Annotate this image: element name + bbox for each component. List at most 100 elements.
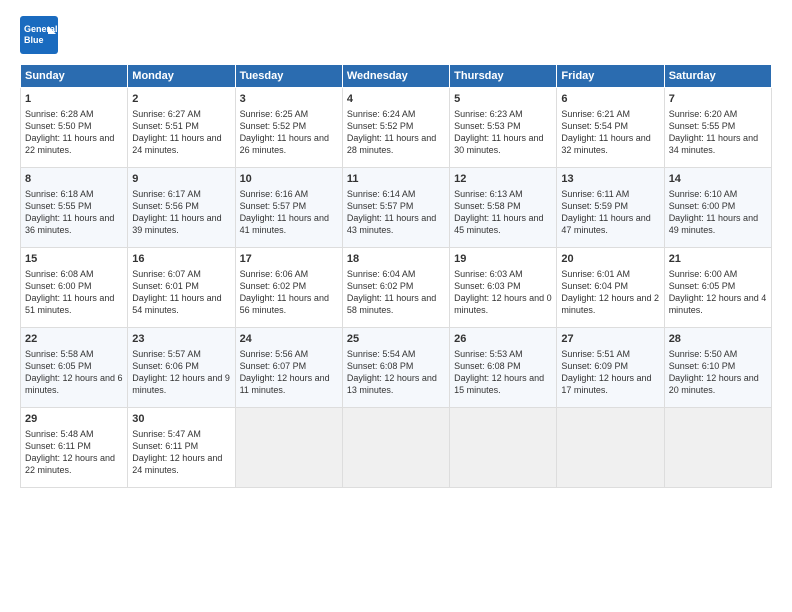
sunrise-label: Sunrise: 6:27 AM bbox=[132, 109, 201, 119]
sunset-label: Sunset: 6:11 PM bbox=[25, 441, 91, 451]
logo: General Blue bbox=[20, 16, 58, 54]
sunset-label: Sunset: 6:01 PM bbox=[132, 281, 199, 291]
day-cell: 11Sunrise: 6:14 AMSunset: 5:57 PMDayligh… bbox=[342, 168, 449, 248]
sunrise-label: Sunrise: 6:20 AM bbox=[669, 109, 738, 119]
day-cell: 27Sunrise: 5:51 AMSunset: 6:09 PMDayligh… bbox=[557, 328, 664, 408]
day-cell: 9Sunrise: 6:17 AMSunset: 5:56 PMDaylight… bbox=[128, 168, 235, 248]
day-number: 8 bbox=[25, 172, 123, 187]
sunrise-label: Sunrise: 6:23 AM bbox=[454, 109, 523, 119]
daylight-label: Daylight: 11 hours and 51 minutes. bbox=[25, 293, 114, 315]
calendar-header-row: SundayMondayTuesdayWednesdayThursdayFrid… bbox=[21, 65, 772, 88]
day-cell: 22Sunrise: 5:58 AMSunset: 6:05 PMDayligh… bbox=[21, 328, 128, 408]
daylight-label: Daylight: 11 hours and 43 minutes. bbox=[347, 213, 436, 235]
day-number: 22 bbox=[25, 332, 123, 347]
day-cell: 2Sunrise: 6:27 AMSunset: 5:51 PMDaylight… bbox=[128, 88, 235, 168]
week-row-3: 22 Sunrise: 5:58 AM Sunset: 6:05 PM Dayligh… bbox=[21, 328, 772, 408]
daylight-label: Daylight: 12 hours and 9 minutes. bbox=[132, 373, 230, 395]
day-cell bbox=[557, 408, 664, 488]
sunset-label: Sunset: 6:08 PM bbox=[347, 361, 414, 371]
sunset-label: Sunset: 6:09 PM bbox=[561, 361, 628, 371]
sunrise-label: Sunrise: 5:51 AM bbox=[561, 349, 630, 359]
sunset-label: Sunset: 6:05 PM bbox=[669, 281, 736, 291]
daylight-label: Daylight: 11 hours and 24 minutes. bbox=[132, 133, 221, 155]
daylight-label: Daylight: 12 hours and 20 minutes. bbox=[669, 373, 759, 395]
svg-text:Blue: Blue bbox=[24, 35, 44, 45]
sunrise-label: Sunrise: 6:21 AM bbox=[561, 109, 630, 119]
sunrise-label: Sunrise: 6:10 AM bbox=[669, 189, 738, 199]
daylight-label: Daylight: 12 hours and 11 minutes. bbox=[240, 373, 330, 395]
day-cell: 14Sunrise: 6:10 AMSunset: 6:00 PMDayligh… bbox=[664, 168, 771, 248]
day-cell bbox=[664, 408, 771, 488]
day-number: 13 bbox=[561, 172, 659, 187]
day-cell: 12Sunrise: 6:13 AMSunset: 5:58 PMDayligh… bbox=[450, 168, 557, 248]
daylight-label: Daylight: 12 hours and 22 minutes. bbox=[25, 453, 115, 475]
day-header-tuesday: Tuesday bbox=[235, 65, 342, 88]
day-header-saturday: Saturday bbox=[664, 65, 771, 88]
day-cell: 7Sunrise: 6:20 AMSunset: 5:55 PMDaylight… bbox=[664, 88, 771, 168]
sunrise-label: Sunrise: 6:01 AM bbox=[561, 269, 630, 279]
sunset-label: Sunset: 5:58 PM bbox=[454, 201, 521, 211]
day-number: 15 bbox=[25, 252, 123, 267]
day-cell: 24Sunrise: 5:56 AMSunset: 6:07 PMDayligh… bbox=[235, 328, 342, 408]
sunset-label: Sunset: 6:04 PM bbox=[561, 281, 628, 291]
daylight-label: Daylight: 12 hours and 4 minutes. bbox=[669, 293, 767, 315]
daylight-label: Daylight: 11 hours and 47 minutes. bbox=[561, 213, 650, 235]
daylight-label: Daylight: 12 hours and 15 minutes. bbox=[454, 373, 544, 395]
day-number: 14 bbox=[669, 172, 767, 187]
sunset-label: Sunset: 5:55 PM bbox=[669, 121, 736, 131]
day-header-monday: Monday bbox=[128, 65, 235, 88]
sunrise-label: Sunrise: 6:11 AM bbox=[561, 189, 629, 199]
daylight-label: Daylight: 11 hours and 54 minutes. bbox=[132, 293, 221, 315]
day-number: 26 bbox=[454, 332, 552, 347]
day-number: 9 bbox=[132, 172, 230, 187]
sunset-label: Sunset: 5:59 PM bbox=[561, 201, 628, 211]
sunset-label: Sunset: 6:10 PM bbox=[669, 361, 736, 371]
day-cell: 30Sunrise: 5:47 AMSunset: 6:11 PMDayligh… bbox=[128, 408, 235, 488]
sunrise-label: Sunrise: 6:28 AM bbox=[25, 109, 94, 119]
day-number: 7 bbox=[669, 92, 767, 107]
day-number: 27 bbox=[561, 332, 659, 347]
sunset-label: Sunset: 5:53 PM bbox=[454, 121, 521, 131]
day-cell: 21Sunrise: 6:00 AMSunset: 6:05 PMDayligh… bbox=[664, 248, 771, 328]
calendar-table: SundayMondayTuesdayWednesdayThursdayFrid… bbox=[20, 64, 772, 488]
sunset-label: Sunset: 6:05 PM bbox=[25, 361, 92, 371]
day-number: 3 bbox=[240, 92, 338, 107]
daylight-label: Daylight: 11 hours and 22 minutes. bbox=[25, 133, 114, 155]
sunrise-label: Sunrise: 6:04 AM bbox=[347, 269, 416, 279]
week-row-1: 8Sunrise: 6:18 AMSunset: 5:55 PMDaylight… bbox=[21, 168, 772, 248]
sunrise-label: Sunrise: 6:14 AM bbox=[347, 189, 416, 199]
daylight-label: Daylight: 11 hours and 56 minutes. bbox=[240, 293, 329, 315]
sunset-label: Sunset: 6:00 PM bbox=[669, 201, 736, 211]
day-cell: 26Sunrise: 5:53 AMSunset: 6:08 PMDayligh… bbox=[450, 328, 557, 408]
day-number: 6 bbox=[561, 92, 659, 107]
sunrise-label: Sunrise: 5:48 AM bbox=[25, 429, 94, 439]
sunrise-label: Sunrise: 6:25 AM bbox=[240, 109, 309, 119]
sunset-label: Sunset: 6:03 PM bbox=[454, 281, 521, 291]
daylight-label: Daylight: 12 hours and 2 minutes. bbox=[561, 293, 659, 315]
day-cell: 28 Sunrise: 5:50 AM Sunset: 6:10 PM Dayligh… bbox=[664, 328, 771, 408]
sunrise-label: Sunrise: 5:50 AM bbox=[669, 349, 738, 359]
daylight-label: Daylight: 11 hours and 30 minutes. bbox=[454, 133, 543, 155]
sunset-label: Sunset: 5:50 PM bbox=[25, 121, 92, 131]
week-row-4: 29 Sunrise: 5:48 AM Sunset: 6:11 PM Dayligh… bbox=[21, 408, 772, 488]
day-cell: 3Sunrise: 6:25 AMSunset: 5:52 PMDaylight… bbox=[235, 88, 342, 168]
sunset-label: Sunset: 6:02 PM bbox=[347, 281, 414, 291]
day-number: 19 bbox=[454, 252, 552, 267]
day-number: 20 bbox=[561, 252, 659, 267]
sunset-label: Sunset: 6:02 PM bbox=[240, 281, 307, 291]
sunset-label: Sunset: 5:56 PM bbox=[132, 201, 199, 211]
day-header-thursday: Thursday bbox=[450, 65, 557, 88]
sunset-label: Sunset: 6:06 PM bbox=[132, 361, 199, 371]
sunrise-label: Sunrise: 5:57 AM bbox=[132, 349, 201, 359]
day-number: 1 bbox=[25, 92, 123, 107]
sunrise-label: Sunrise: 5:58 AM bbox=[25, 349, 94, 359]
day-cell: 29 Sunrise: 5:48 AM Sunset: 6:11 PM Dayligh… bbox=[21, 408, 128, 488]
day-number: 12 bbox=[454, 172, 552, 187]
day-cell: 5Sunrise: 6:23 AMSunset: 5:53 PMDaylight… bbox=[450, 88, 557, 168]
day-number: 28 bbox=[669, 332, 767, 347]
sunset-label: Sunset: 6:08 PM bbox=[454, 361, 521, 371]
week-row-2: 15Sunrise: 6:08 AMSunset: 6:00 PMDayligh… bbox=[21, 248, 772, 328]
sunrise-label: Sunrise: 6:00 AM bbox=[669, 269, 738, 279]
day-number: 29 bbox=[25, 412, 123, 427]
sunset-label: Sunset: 6:11 PM bbox=[132, 441, 198, 451]
